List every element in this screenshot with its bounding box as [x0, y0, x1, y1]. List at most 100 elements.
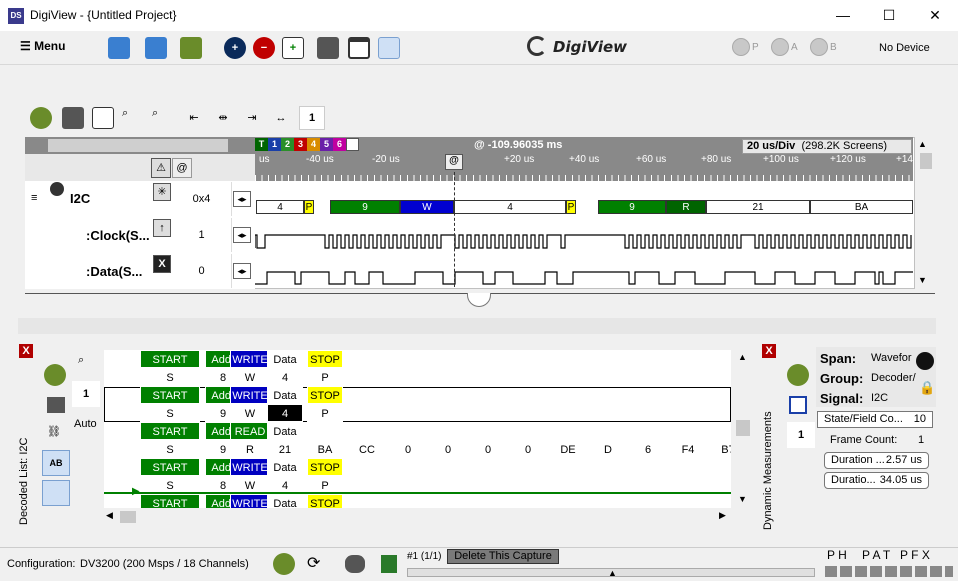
list-value-cell[interactable]: 0: [468, 440, 508, 458]
row-name[interactable]: I2C: [70, 191, 90, 206]
rising-edge-icon[interactable]: ↑: [153, 219, 171, 237]
nav-arrows-button[interactable]: ◂▸: [233, 227, 251, 243]
vertical-scrollbar[interactable]: ▲ ▼: [915, 137, 934, 289]
scroll-down-icon[interactable]: ▼: [918, 275, 927, 285]
prev-edge-icon[interactable]: ⇤: [183, 107, 205, 129]
color-tab[interactable]: 1: [268, 138, 281, 151]
list-value-cell[interactable]: 4: [267, 404, 303, 422]
gear-icon[interactable]: [273, 553, 295, 575]
any-edge-icon[interactable]: ⇹: [212, 107, 234, 129]
nav-arrows-button[interactable]: ◂▸: [233, 263, 251, 279]
zoom-value[interactable]: 1: [299, 106, 325, 130]
auto-mode[interactable]: Auto: [74, 418, 97, 430]
scroll-right-icon[interactable]: ▶: [719, 510, 726, 521]
duration-measure-1[interactable]: Duration ... 2.57 us: [824, 452, 929, 469]
state-field-count[interactable]: State/Field Co... 10: [817, 411, 933, 428]
search-out-icon[interactable]: ⌕: [152, 107, 174, 129]
list-header-cell[interactable]: Data: [267, 458, 303, 476]
scroll-thumb[interactable]: [736, 420, 750, 436]
capture-slider-thumb-icon[interactable]: ▲: [608, 568, 617, 578]
dont-care-icon[interactable]: X: [153, 255, 171, 273]
open-icon[interactable]: [108, 37, 130, 59]
row-name[interactable]: :Clock(S...: [86, 228, 150, 243]
abab-format-icon[interactable]: AB: [42, 450, 70, 476]
scroll-position-marker[interactable]: [467, 293, 491, 307]
list-value-cell[interactable]: D: [588, 440, 628, 458]
maximize-button[interactable]: ☐: [866, 0, 912, 31]
list-header-cell[interactable]: STOP: [307, 350, 343, 368]
color-tab[interactable]: T: [255, 138, 268, 151]
color-tab[interactable]: 4: [307, 138, 320, 151]
list-value-cell[interactable]: B7: [708, 440, 731, 458]
close-decoded-list-button[interactable]: X: [19, 344, 33, 358]
list-format-icon[interactable]: [42, 480, 70, 506]
cursor-measure-icon[interactable]: ↔: [270, 107, 292, 129]
settings-edit-icon[interactable]: [180, 37, 202, 59]
list-value-cell[interactable]: S: [140, 404, 200, 422]
list-value-cell[interactable]: DE: [548, 440, 588, 458]
search-run-icon[interactable]: ⌕: [122, 107, 144, 129]
measure-icon[interactable]: [789, 396, 807, 414]
gear-icon[interactable]: [50, 182, 64, 196]
list-header-cell[interactable]: Data: [267, 386, 303, 404]
gear-icon[interactable]: [30, 107, 52, 129]
gear-icon[interactable]: [44, 364, 66, 386]
decode-cell[interactable]: 9: [330, 200, 400, 214]
list-header-cell[interactable]: Data: [267, 494, 303, 508]
list-value-cell[interactable]: 0: [388, 440, 428, 458]
run-b-icon[interactable]: [810, 38, 828, 56]
decode-cell[interactable]: R: [666, 200, 706, 214]
list-value-cell[interactable]: CC: [348, 440, 386, 458]
duration-measure-2[interactable]: Duratio... 34.05 us: [824, 472, 929, 489]
close-button[interactable]: ✕: [912, 0, 958, 31]
list-value-cell[interactable]: 4: [267, 368, 303, 386]
run-a-icon[interactable]: [771, 38, 789, 56]
add-window-icon[interactable]: +: [282, 37, 304, 59]
nav-arrows-button[interactable]: ◂▸: [233, 191, 251, 207]
delete-capture-button[interactable]: Delete This Capture: [447, 549, 559, 564]
list-header-cell[interactable]: START: [140, 350, 200, 368]
expand-icon[interactable]: ≡: [31, 192, 37, 204]
menu-button[interactable]: ☰ Menu: [20, 39, 65, 53]
scroll-up-icon[interactable]: ▲: [738, 352, 747, 362]
list-header-cell[interactable]: STOP: [307, 494, 343, 508]
grid-layout-icon[interactable]: [378, 37, 400, 59]
decode-cell[interactable]: 9: [598, 200, 666, 214]
decode-cell[interactable]: BA: [810, 200, 913, 214]
gear-icon[interactable]: [787, 364, 809, 386]
save-icon[interactable]: [145, 37, 167, 59]
next-edge-icon[interactable]: ⇥: [241, 107, 263, 129]
capture-settings-icon[interactable]: [62, 107, 84, 129]
decode-cell[interactable]: P: [566, 200, 576, 214]
camera-icon[interactable]: [317, 37, 339, 59]
color-tab[interactable]: 2: [281, 138, 294, 151]
zoom-out-icon[interactable]: −: [253, 37, 275, 59]
capture-settings-icon[interactable]: [47, 397, 65, 413]
window-icon[interactable]: [348, 37, 370, 59]
color-tab-empty[interactable]: [346, 138, 359, 151]
list-value-cell[interactable]: 21: [267, 440, 303, 458]
list-value-cell[interactable]: P: [307, 368, 343, 386]
header-input[interactable]: [48, 139, 228, 152]
index-value[interactable]: 1: [787, 422, 815, 448]
color-tab[interactable]: 3: [294, 138, 307, 151]
decode-cell[interactable]: W: [400, 200, 454, 214]
trigger-icon[interactable]: ⚠: [151, 158, 171, 178]
list-value-cell[interactable]: S: [140, 440, 200, 458]
list-header-cell[interactable]: WRITE: [230, 350, 270, 368]
color-dot-icon[interactable]: [916, 352, 934, 370]
list-header-cell[interactable]: START: [140, 422, 200, 440]
color-tab[interactable]: 5: [320, 138, 333, 151]
list-header-cell[interactable]: START: [140, 386, 200, 404]
list-value-cell[interactable]: BA: [307, 440, 343, 458]
index-value[interactable]: 1: [72, 381, 100, 407]
scroll-up-icon[interactable]: ▲: [918, 139, 927, 149]
list-header-cell[interactable]: WRITE: [230, 458, 270, 476]
scroll-thumb[interactable]: [120, 511, 136, 523]
search-out-icon[interactable]: ⌕: [78, 354, 96, 372]
pane-splitter[interactable]: [18, 318, 936, 334]
list-header-cell[interactable]: START: [140, 494, 200, 508]
lock-icon[interactable]: 🔒: [919, 380, 935, 396]
list-value-cell[interactable]: S: [140, 368, 200, 386]
any-trigger-icon[interactable]: ✳: [153, 183, 171, 201]
